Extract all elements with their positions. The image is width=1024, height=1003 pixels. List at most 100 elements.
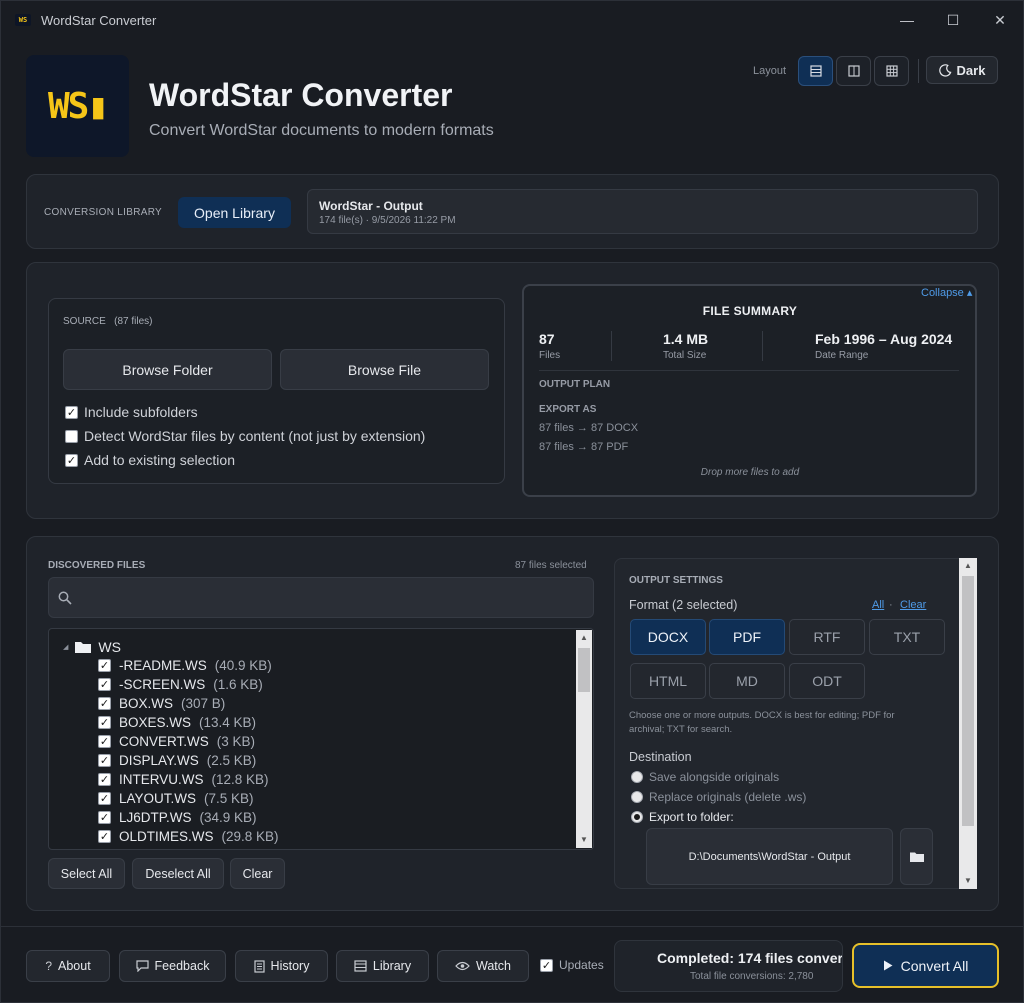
- library-meta: 174 file(s) · 9/5/2026 11:22 PM: [319, 215, 456, 226]
- history-button[interactable]: History: [235, 950, 328, 982]
- layout-grid-button[interactable]: [874, 56, 909, 86]
- include-subfolders-option[interactable]: ✓ Include subfolders: [65, 404, 198, 420]
- file-checkbox[interactable]: ✓: [98, 735, 111, 748]
- file-name: DISPLAY.WS: [119, 753, 199, 768]
- app-logo-text: WS▮: [47, 85, 109, 127]
- file-checkbox[interactable]: ✓: [98, 811, 111, 824]
- tree-root[interactable]: ◢ WS: [63, 639, 121, 655]
- file-checkbox[interactable]: ✓: [98, 754, 111, 767]
- clear-formats-link[interactable]: Clear: [900, 599, 926, 611]
- file-row[interactable]: ✓ BOXES.WS (13.4 KB): [98, 715, 256, 730]
- collapse-arrow-icon[interactable]: ◢: [63, 643, 68, 651]
- file-row[interactable]: ✓ -SCREEN.WS (1.6 KB): [98, 677, 263, 692]
- current-library[interactable]: WordStar - Output 174 file(s) · 9/5/2026…: [307, 189, 978, 234]
- play-icon: [883, 960, 893, 971]
- select-all-formats-link[interactable]: All: [872, 599, 884, 611]
- save-alongside-radio[interactable]: [631, 771, 643, 783]
- file-search[interactable]: [48, 577, 594, 618]
- summary-title: FILE SUMMARY: [702, 304, 798, 318]
- theme-toggle-button[interactable]: Dark: [926, 56, 998, 84]
- save-alongside-label: Save alongside originals: [649, 770, 780, 784]
- replace-originals-label: Replace originals (delete .ws): [649, 790, 807, 804]
- close-button[interactable]: ✕: [985, 9, 1015, 31]
- clear-files-button[interactable]: Clear: [230, 858, 285, 889]
- scroll-down-icon[interactable]: ▼: [576, 832, 592, 848]
- file-tree-scrollbar[interactable]: ▲ ▼: [576, 630, 592, 848]
- file-row[interactable]: ✓ LAYOUT.WS (7.5 KB): [98, 791, 254, 806]
- output-plan-label: OUTPUT PLAN: [539, 379, 611, 390]
- scroll-up-icon[interactable]: ▲: [959, 558, 977, 574]
- root-folder-name: WS: [98, 639, 121, 655]
- file-checkbox[interactable]: ✓: [98, 830, 111, 843]
- include-subfolders-checkbox[interactable]: ✓: [65, 405, 78, 419]
- layout-single-button[interactable]: [798, 56, 833, 86]
- open-library-button[interactable]: Open Library: [178, 197, 291, 228]
- add-to-selection-checkbox[interactable]: ✓: [65, 453, 78, 467]
- deselect-all-button[interactable]: Deselect All: [132, 858, 224, 889]
- layout-split-button[interactable]: [836, 56, 871, 86]
- feedback-button[interactable]: Feedback: [119, 950, 226, 982]
- collapse-link[interactable]: Collapse ▴: [921, 286, 972, 299]
- search-input[interactable]: [85, 588, 575, 608]
- browse-file-button[interactable]: Browse File: [280, 349, 489, 390]
- select-all-button[interactable]: Select All: [48, 858, 125, 889]
- minimize-button[interactable]: —: [892, 9, 922, 31]
- replace-originals-radio[interactable]: [631, 791, 643, 803]
- date-range: Feb 1996 – Aug 2024: [815, 331, 953, 347]
- output-settings-label: OUTPUT SETTINGS: [629, 575, 723, 586]
- updates-option[interactable]: ✓ Updates: [540, 958, 604, 972]
- choose-folder-button[interactable]: [900, 828, 933, 885]
- file-checkbox[interactable]: ✓: [98, 716, 111, 729]
- scroll-thumb[interactable]: [578, 648, 590, 692]
- app-logo: WS▮: [26, 55, 129, 157]
- format-rtf[interactable]: RTF: [789, 619, 865, 655]
- plan-line-pdf: 87 files → 87 PDF: [539, 441, 629, 453]
- updates-checkbox[interactable]: ✓: [540, 958, 553, 972]
- file-tree[interactable]: ◢ WS ✓ -README.WS (40.9 KB) ✓ -SCREEN.WS (1.…: [48, 628, 594, 850]
- format-html[interactable]: HTML: [630, 663, 706, 699]
- export-folder-option[interactable]: Export to folder:: [631, 810, 734, 824]
- replace-originals-option[interactable]: Replace originals (delete .ws): [631, 790, 806, 804]
- total-size: 1.4 MB: [663, 331, 709, 347]
- file-size: (307 B): [181, 696, 226, 711]
- scroll-down-icon[interactable]: ▼: [959, 873, 977, 889]
- file-checkbox[interactable]: ✓: [98, 697, 111, 710]
- scroll-thumb[interactable]: [962, 576, 974, 826]
- output-settings-scrollbar[interactable]: ▲ ▼: [959, 558, 977, 889]
- browse-folder-button[interactable]: Browse Folder: [63, 349, 272, 390]
- add-to-selection-option[interactable]: ✓ Add to existing selection: [65, 452, 235, 468]
- file-row[interactable]: ✓ BOX.WS (307 B): [98, 696, 225, 711]
- file-row[interactable]: ✓ DISPLAY.WS (2.5 KB): [98, 753, 256, 768]
- detect-by-content-option[interactable]: Detect WordStar files by content (not ju…: [65, 428, 425, 444]
- total-size-label: Total Size: [663, 350, 707, 361]
- save-alongside-option[interactable]: Save alongside originals: [631, 770, 779, 784]
- file-row[interactable]: ✓ OLDTIMES.WS (29.8 KB): [98, 829, 279, 844]
- file-checkbox[interactable]: ✓: [98, 678, 111, 691]
- format-docx[interactable]: DOCX: [630, 619, 706, 655]
- format-md[interactable]: MD: [709, 663, 785, 699]
- file-checkbox[interactable]: ✓: [98, 659, 111, 672]
- file-checkbox[interactable]: ✓: [98, 773, 111, 786]
- detect-by-content-checkbox[interactable]: [65, 429, 78, 443]
- file-row[interactable]: ✓ CONVERT.WS (3 KB): [98, 734, 255, 749]
- format-pdf[interactable]: PDF: [709, 619, 785, 655]
- maximize-button[interactable]: ☐: [938, 9, 968, 31]
- convert-all-button[interactable]: Convert All: [852, 943, 999, 988]
- file-row[interactable]: ✓ INTERVU.WS (12.8 KB): [98, 772, 269, 787]
- watch-button[interactable]: Watch: [437, 950, 529, 982]
- file-row[interactable]: ✓ LJ6DTP.WS (34.9 KB): [98, 810, 257, 825]
- file-row[interactable]: ✓ -README.WS (40.9 KB): [98, 658, 272, 673]
- library-button[interactable]: Library: [336, 950, 429, 982]
- output-folder-path[interactable]: D:\Documents\WordStar - Output: [646, 828, 893, 885]
- scroll-up-icon[interactable]: ▲: [576, 630, 592, 646]
- file-checkbox[interactable]: ✓: [98, 792, 111, 805]
- export-folder-radio[interactable]: [631, 811, 643, 823]
- moon-icon: [938, 63, 951, 77]
- app-window: WS WordStar Converter — ☐ ✕ WS▮ WordStar…: [0, 0, 1024, 1003]
- selected-count: 87 files selected: [515, 560, 587, 571]
- format-odt[interactable]: ODT: [789, 663, 865, 699]
- layout-label: Layout: [753, 65, 787, 77]
- about-button[interactable]: ? About: [26, 950, 110, 982]
- file-size: (7.5 KB): [204, 791, 254, 806]
- format-txt[interactable]: TXT: [869, 619, 945, 655]
